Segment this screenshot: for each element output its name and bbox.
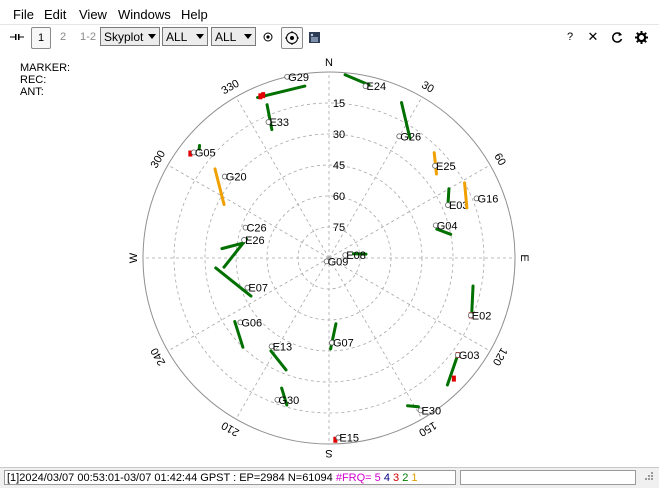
satellite-label: E13 bbox=[273, 341, 293, 353]
satellite-label: E24 bbox=[367, 81, 387, 93]
satellite-track bbox=[269, 349, 288, 372]
satellite-label: E07 bbox=[248, 283, 268, 295]
satellite-label: E30 bbox=[422, 405, 442, 417]
azimuth-label: 240 bbox=[149, 346, 169, 368]
status-message: [1]2024/03/07 00:53:01-03/07 01:42:44 GP… bbox=[4, 470, 456, 485]
satellite-label: G05 bbox=[195, 147, 216, 159]
compass-label-s: S bbox=[325, 447, 332, 459]
azimuth-label: 330 bbox=[220, 78, 242, 98]
status-count-2: 2 bbox=[399, 472, 409, 484]
satellite-label: E33 bbox=[269, 117, 289, 129]
elevation-label: 30 bbox=[333, 129, 345, 141]
satellite-track bbox=[222, 237, 248, 269]
elevation-label: 60 bbox=[333, 191, 345, 203]
satellite-label: E15 bbox=[339, 433, 359, 445]
elevation-label: 45 bbox=[333, 160, 345, 172]
satellite-label: E25 bbox=[436, 161, 456, 173]
status-text: [1]2024/03/07 00:53:01-03/07 01:42:44 GP… bbox=[7, 472, 336, 484]
elevation-label: 15 bbox=[333, 98, 345, 110]
compass-label-n: N bbox=[325, 57, 333, 69]
compass-label-e: E bbox=[518, 254, 530, 261]
compass-label-w: W bbox=[128, 252, 140, 263]
status-count-4: 4 bbox=[380, 472, 390, 484]
satellite-label: E02 bbox=[472, 310, 492, 322]
azimuth-label: 30 bbox=[419, 79, 436, 96]
status-bar: [1]2024/03/07 00:53:01-03/07 01:42:44 GP… bbox=[0, 467, 659, 488]
skyplot[interactable]: 15 30 45 60 75 N E S W 30 60 120 150 210 240 300 330 G29 E… bbox=[0, 0, 659, 466]
azimuth-label: 210 bbox=[220, 419, 242, 439]
satellite-track bbox=[406, 404, 420, 409]
status-count-3: 3 bbox=[389, 472, 400, 484]
elevation-label: 75 bbox=[333, 222, 345, 234]
cycle-slip-marker bbox=[261, 92, 266, 99]
status-frq-label: #FRQ= 5 bbox=[335, 472, 381, 484]
azimuth-label: 300 bbox=[149, 149, 169, 171]
satellite-label: G26 bbox=[400, 131, 421, 143]
cycle-slip-marker bbox=[451, 375, 456, 382]
satellite-label: G16 bbox=[478, 193, 499, 205]
satellite-label: G04 bbox=[437, 220, 458, 232]
satellite-track bbox=[214, 266, 253, 298]
azimuth-label: 120 bbox=[490, 346, 510, 368]
satellite-label: G06 bbox=[241, 317, 262, 329]
satellite-label: G07 bbox=[333, 338, 354, 350]
resize-grip-icon[interactable] bbox=[642, 471, 654, 486]
application-window: File Edit View Windows Help 1 2 1-2 Skyp… bbox=[0, 0, 659, 493]
satellite-label: G03 bbox=[459, 350, 480, 362]
satellite-label: C26 bbox=[246, 223, 266, 235]
satellite-label: G30 bbox=[278, 395, 299, 407]
azimuth-label: 60 bbox=[491, 151, 508, 168]
azimuth-label: 150 bbox=[417, 419, 439, 439]
satellite-label: G29 bbox=[288, 72, 309, 84]
azimuth-spoke bbox=[167, 257, 330, 352]
status-count-1: 1 bbox=[408, 472, 418, 484]
satellite-label: G09 bbox=[328, 256, 349, 268]
status-coordinates bbox=[460, 470, 636, 485]
satellite-label: E26 bbox=[245, 235, 265, 247]
satellite-label: G20 bbox=[226, 172, 247, 184]
satellite-label: E08 bbox=[346, 250, 366, 262]
satellite-track bbox=[470, 284, 475, 315]
